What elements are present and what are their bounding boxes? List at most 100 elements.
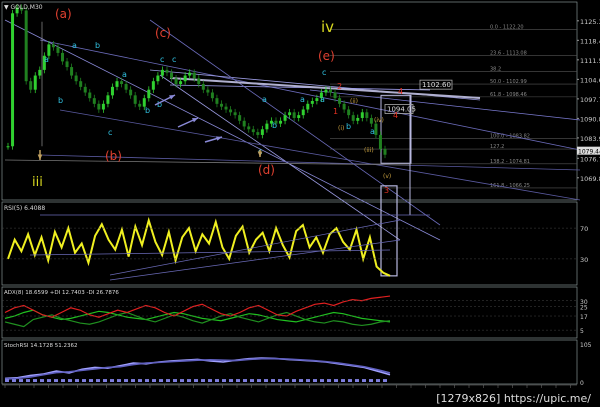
wave-label-b: (b) [105, 149, 122, 163]
wave-label-minor: a [262, 95, 267, 104]
stoch-histogram-bar [285, 379, 289, 382]
panel-border-stoch [1, 339, 578, 385]
wave-label-number: 4 [393, 111, 398, 120]
adx-panel-title: ADX(8) 18.6599 +DI 12.7403 -DI 26.7876 [4, 290, 119, 296]
stoch-histogram-bar [33, 379, 37, 382]
candle-body [283, 115, 287, 121]
candle-body [324, 89, 328, 93]
wave-label-c: (c) [155, 26, 171, 40]
wave-label-minor: a [300, 95, 305, 104]
watermark: [1279x826] https://upic.me/ [433, 392, 594, 405]
stoch-panel-title: StochRSI 14.1728 51.2362 [4, 343, 77, 349]
stoch-series-line [4, 357, 391, 380]
stoch-histogram-bar [40, 379, 44, 382]
stoch-histogram-bar [152, 379, 156, 382]
stoch-histogram-bar [103, 379, 107, 382]
candle-body [147, 89, 151, 99]
candle-body [160, 69, 164, 76]
stoch-histogram-bar [278, 379, 282, 382]
candle-body [306, 103, 310, 110]
wave-label-number: 2 [337, 82, 342, 91]
candle-body [29, 81, 33, 90]
stoch-histogram-bar [243, 379, 247, 382]
stoch-series-line [4, 357, 391, 380]
stoch-histogram-bar [201, 379, 205, 382]
candle-body [265, 123, 269, 130]
stoch-histogram-bar [271, 379, 275, 382]
wave-label-minor: b [58, 96, 63, 105]
stoch-histogram-bar [173, 379, 177, 382]
wave-label-minor: c [172, 55, 176, 64]
candle-body [133, 95, 137, 104]
stoch-histogram-bar [145, 379, 149, 382]
candle-body [110, 86, 114, 96]
stoch-histogram-bar [68, 379, 72, 382]
projection-box [380, 185, 398, 277]
wave-label-minor: c [108, 128, 112, 137]
candle-body [120, 81, 124, 85]
candle-body [301, 109, 305, 116]
adx-tick-label: 25 [580, 305, 588, 312]
candle-body [256, 132, 260, 135]
candle-body [56, 47, 60, 53]
candle-body [97, 103, 101, 110]
fib-level-label: 38.2 [490, 66, 501, 72]
stoch-histogram-bar [313, 379, 317, 382]
candle-body [183, 75, 187, 82]
chart-stage: 1125.35 1118.45 1111.55 1104.65 1097.75 1090.… [0, 0, 600, 407]
stoch-histogram-bar [19, 379, 23, 382]
wave-label-a: (a) [55, 7, 72, 21]
stoch-histogram-bar [131, 379, 135, 382]
candle-body [170, 72, 174, 79]
stoch-histogram-bar [89, 379, 93, 382]
candle-body [24, 10, 28, 82]
fib-level-label: 138.2 - 1074.81 [490, 159, 530, 165]
wave-label-roman: (iv) [374, 117, 384, 124]
stoch-histogram-bar [348, 379, 352, 382]
stoch-histogram-bar [236, 379, 240, 382]
candle-body [179, 81, 183, 85]
candle-body [342, 103, 346, 110]
wave-label-roman: (i) [338, 125, 344, 132]
adx-tick-label: 17 [580, 314, 588, 321]
stoch-histogram-bar [82, 379, 86, 382]
stoch-histogram-bar [299, 379, 303, 382]
trend-line [309, 89, 581, 121]
price-tick-label: 1097.75 [580, 96, 600, 104]
stoch-histogram-bar [180, 379, 184, 382]
wave-label-minor: c [160, 55, 164, 64]
wave-label-number: 1 [333, 107, 338, 116]
price-tick-label: 1076.75 [580, 155, 600, 163]
wave-label-iv: iv [321, 18, 334, 36]
trend-line [59, 109, 581, 201]
price-marker-label: 1094.05 [387, 105, 416, 113]
candle-body [79, 81, 83, 87]
wave-label-minor: a [370, 127, 375, 136]
candle-body [288, 112, 292, 116]
candle-body [347, 109, 351, 116]
candle-body [242, 120, 246, 127]
stoch-histogram-bar [54, 379, 58, 382]
candle-body [247, 126, 251, 130]
candle-body [356, 117, 360, 121]
stoch-histogram-bar [334, 379, 338, 382]
candle-body [365, 112, 369, 118]
candle-body [11, 13, 15, 147]
wave-label-number: 4 [398, 87, 403, 96]
candle-body [279, 120, 283, 124]
rsi-panel-title: RSI(5) 6.4088 [4, 205, 45, 212]
stoch-histogram-bar [355, 379, 359, 382]
stoch-histogram-bar [257, 379, 261, 382]
price-tick-label: 1090.85 [580, 115, 600, 123]
stoch-histogram-bar [5, 379, 9, 382]
stoch-histogram-bar [383, 379, 387, 382]
stoch-histogram-bar [194, 379, 198, 382]
stoch-histogram-bar [47, 379, 51, 382]
wave-label-minor: b [145, 106, 150, 115]
candle-body [197, 78, 201, 85]
candle-body [151, 81, 155, 90]
candle-body [38, 69, 42, 76]
candle-body [238, 115, 242, 121]
candle-body [174, 78, 178, 85]
stoch-histogram-bar [369, 379, 373, 382]
